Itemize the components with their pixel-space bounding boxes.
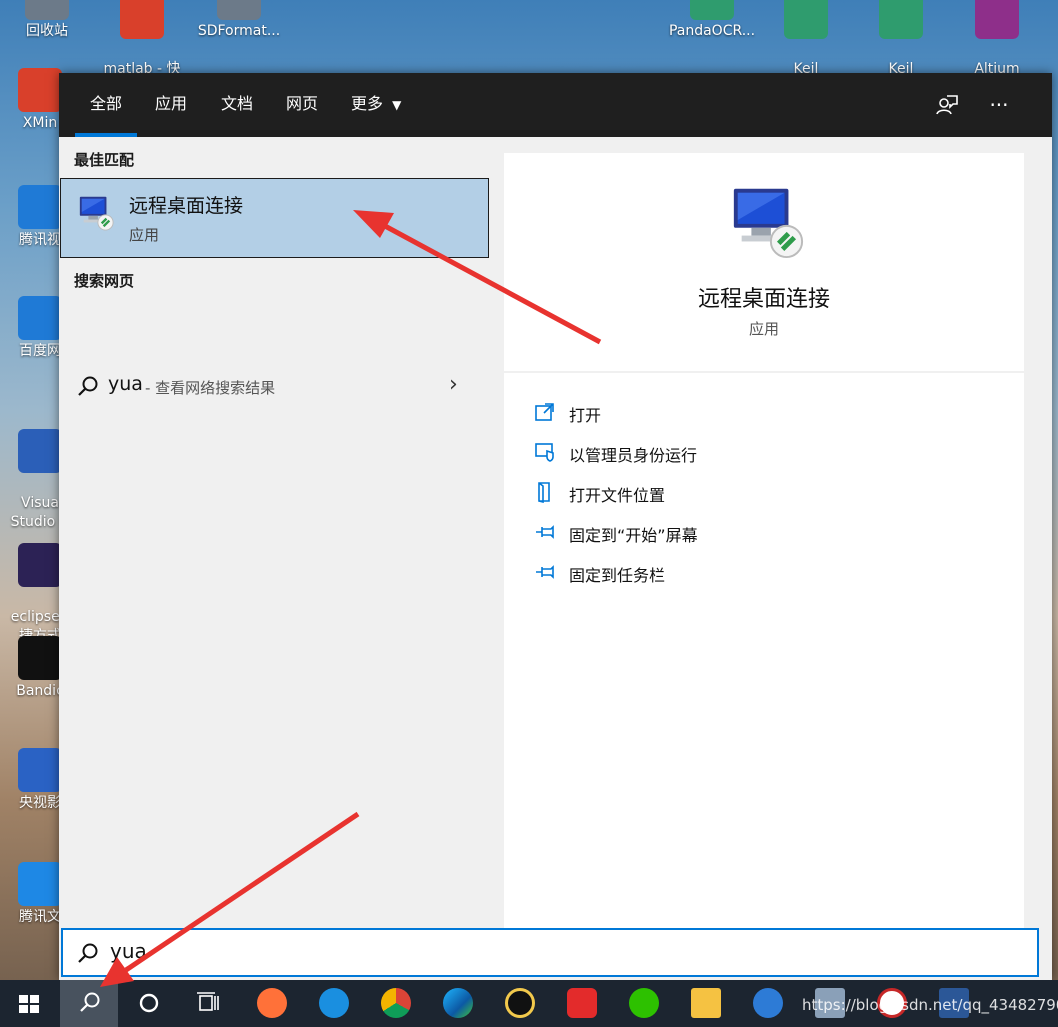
detail-subtitle: 应用 bbox=[748, 320, 779, 338]
action-run-as-admin[interactable]: 以管理员身份运行 bbox=[534, 438, 994, 468]
keil-icon bbox=[879, 0, 923, 39]
action-label: 固定到任务栏 bbox=[569, 566, 666, 585]
detail-title: 远程桌面连接 bbox=[697, 287, 830, 312]
web-search-result[interactable]: yua - 查看网络搜索结果 › bbox=[59, 365, 489, 407]
cortana-icon bbox=[139, 993, 159, 1013]
best-match-name: 远程桌面连接 bbox=[129, 195, 244, 217]
open-icon bbox=[535, 403, 554, 421]
best-match-result[interactable]: 远程桌面连接 应用 bbox=[60, 178, 489, 258]
desktop-icon-label: 回收站 bbox=[26, 23, 68, 39]
more-options-icon[interactable]: ··· bbox=[986, 92, 1012, 118]
desktop-icon-sdformat[interactable]: SDFormat... bbox=[192, 0, 286, 41]
search-input[interactable]: yua bbox=[61, 928, 1039, 977]
chrome-icon[interactable] bbox=[381, 988, 411, 1018]
tab-label: 应用 bbox=[155, 94, 188, 113]
file-explorer-icon[interactable] bbox=[691, 988, 721, 1018]
search-icon bbox=[80, 992, 100, 1012]
remote-desktop-icon bbox=[733, 188, 804, 259]
tab-label: 更多 bbox=[351, 94, 384, 113]
results-list: 最佳匹配 远程桌面连接 应用 搜索网页 yua - 查看网络搜索结果 › bbox=[59, 137, 489, 980]
tab-apps[interactable]: 应用 bbox=[155, 73, 187, 137]
bandicam-icon bbox=[18, 636, 62, 680]
result-detail-pane: 远程桌面连接 应用 打开 以管理员身份运行 打开文件位置 固定到“开始”屏幕 固… bbox=[504, 153, 1024, 933]
web-search-query: yua bbox=[108, 373, 143, 395]
tencent-video-icon bbox=[18, 185, 62, 229]
web-search-heading: 搜索网页 bbox=[74, 272, 135, 290]
netease-music-icon[interactable] bbox=[567, 988, 597, 1018]
altium-icon bbox=[975, 0, 1019, 39]
action-pin-to-start[interactable]: 固定到“开始”屏幕 bbox=[534, 518, 994, 548]
xmind-icon bbox=[18, 68, 62, 112]
remote-desktop-icon bbox=[79, 196, 114, 231]
matlab-icon bbox=[120, 0, 164, 39]
desktop-icon-pandaocr[interactable]: PandaOCR... bbox=[664, 0, 760, 41]
sogou-browser-icon[interactable] bbox=[319, 988, 349, 1018]
tab-label: 网页 bbox=[286, 94, 319, 113]
baidu-netdisk-icon bbox=[18, 296, 62, 340]
feedback-icon-svg bbox=[936, 95, 958, 115]
taskbar-search-button[interactable] bbox=[60, 980, 118, 1027]
qq-icon[interactable] bbox=[505, 988, 535, 1018]
pin-icon bbox=[536, 565, 554, 579]
feedback-icon[interactable] bbox=[934, 92, 960, 118]
chevron-down-icon: ▼ bbox=[392, 98, 402, 112]
recycle-bin-icon bbox=[25, 0, 69, 20]
search-icon bbox=[78, 376, 98, 396]
watermark: https://blog.csdn.net/qq_43482790 bbox=[802, 996, 1058, 1014]
task-view-icon bbox=[197, 992, 219, 1011]
task-view-button[interactable] bbox=[180, 980, 238, 1027]
shield-icon bbox=[535, 443, 554, 462]
cortana-button[interactable] bbox=[120, 980, 178, 1027]
start-button[interactable] bbox=[0, 980, 58, 1027]
eclipse-icon bbox=[18, 543, 62, 587]
start-search-panel: 全部 应用 文档 网页 更多 ▼ ··· 最佳匹配 远程桌面连接 应用 搜索网页… bbox=[59, 73, 1052, 980]
app-icon[interactable] bbox=[753, 988, 783, 1018]
desktop-icon-label: SDFormat... bbox=[197, 23, 281, 39]
pandaocr-icon bbox=[690, 0, 734, 20]
best-match-heading: 最佳匹配 bbox=[74, 151, 135, 169]
tab-web[interactable]: 网页 bbox=[286, 73, 318, 137]
pin-icon bbox=[536, 525, 554, 539]
action-open-file-location[interactable]: 打开文件位置 bbox=[534, 478, 994, 508]
firefox-icon[interactable] bbox=[257, 988, 287, 1018]
best-match-type: 应用 bbox=[129, 226, 160, 244]
file-location-icon bbox=[538, 482, 550, 503]
tab-documents[interactable]: 文档 bbox=[221, 73, 253, 137]
wechat-icon[interactable] bbox=[629, 988, 659, 1018]
tab-label: 文档 bbox=[221, 94, 254, 113]
action-pin-to-taskbar[interactable]: 固定到任务栏 bbox=[534, 558, 994, 588]
windows-icon bbox=[19, 995, 39, 1013]
action-label: 打开 bbox=[569, 406, 602, 425]
tab-all[interactable]: 全部 bbox=[74, 73, 138, 137]
chevron-right-icon[interactable]: › bbox=[449, 372, 458, 397]
edge-icon[interactable] bbox=[443, 988, 473, 1018]
sdformat-icon bbox=[217, 0, 261, 20]
desktop-icon-label: PandaOCR... bbox=[668, 23, 756, 39]
cctv-icon bbox=[18, 748, 62, 792]
search-input-value: yua bbox=[110, 939, 147, 963]
action-label: 固定到“开始”屏幕 bbox=[569, 526, 698, 545]
search-icon bbox=[78, 943, 98, 963]
tab-label: 全部 bbox=[90, 94, 123, 113]
visual-studio-icon bbox=[18, 429, 62, 473]
tencent-docs-icon bbox=[18, 862, 62, 906]
web-search-description: - 查看网络搜索结果 bbox=[145, 379, 276, 397]
keil-icon bbox=[784, 0, 828, 39]
detail-header: 远程桌面连接 应用 bbox=[504, 153, 1024, 373]
desktop-icon-recycle-bin[interactable]: 回收站 bbox=[5, 0, 89, 41]
tab-more[interactable]: 更多 ▼ bbox=[351, 73, 401, 137]
action-label: 以管理员身份运行 bbox=[569, 446, 698, 465]
action-label: 打开文件位置 bbox=[569, 486, 666, 505]
search-filter-bar: 全部 应用 文档 网页 更多 ▼ ··· bbox=[59, 73, 1052, 137]
action-open[interactable]: 打开 bbox=[534, 398, 994, 428]
